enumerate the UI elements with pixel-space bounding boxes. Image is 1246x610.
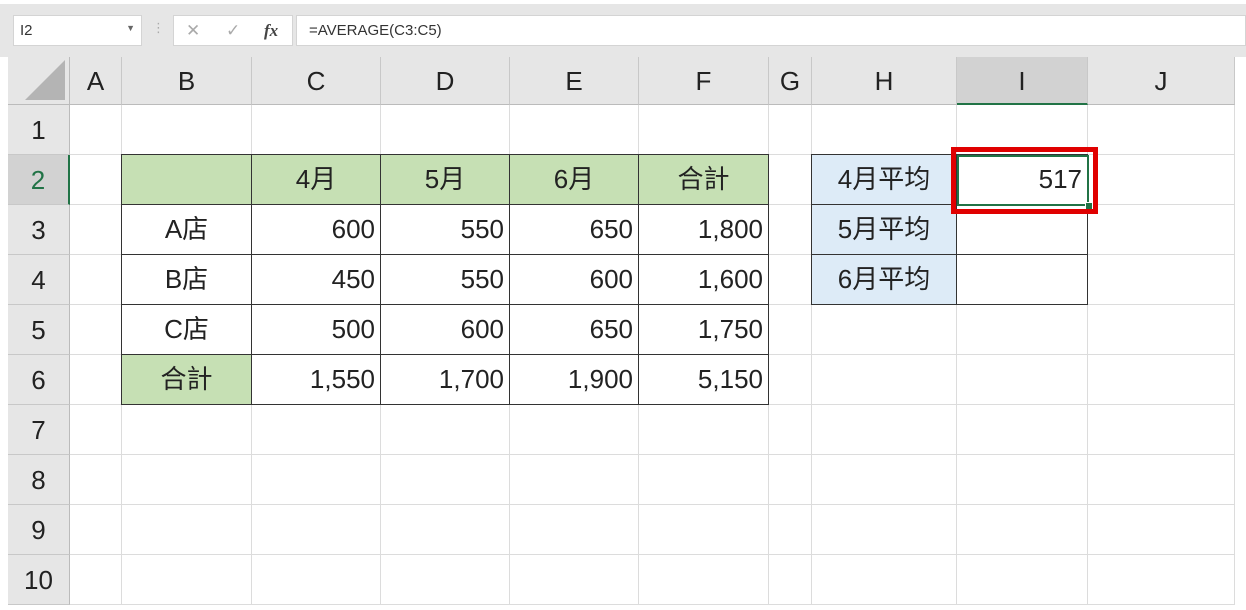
insert-function-icon[interactable]: fx [264, 21, 278, 41]
enter-icon[interactable]: ✓ [226, 21, 240, 41]
column-header-j[interactable]: J [1088, 57, 1235, 105]
table-header-cell[interactable] [121, 154, 252, 205]
select-all-icon [25, 60, 65, 100]
name-box-value: I2 [20, 22, 33, 39]
table-value-cell[interactable]: 5,150 [638, 354, 769, 405]
average-label-cell[interactable]: 6月平均 [811, 254, 957, 305]
gridline [1234, 105, 1235, 605]
table-value-cell[interactable]: 1,800 [638, 204, 769, 255]
column-header-e[interactable]: E [510, 57, 639, 105]
row-header-4[interactable]: 4 [8, 255, 70, 305]
column-header-i[interactable]: I [957, 57, 1088, 105]
table-value-cell[interactable]: 500 [251, 304, 381, 355]
column-header-d[interactable]: D [381, 57, 510, 105]
average-label-cell[interactable]: 4月平均 [811, 154, 957, 205]
row-label-cell[interactable]: C店 [121, 304, 252, 355]
cancel-icon[interactable]: ✕ [186, 21, 200, 41]
row-header-6[interactable]: 6 [8, 355, 70, 405]
table-header-cell[interactable]: 5月 [380, 154, 510, 205]
row-header-8[interactable]: 8 [8, 455, 70, 505]
gridline [70, 604, 1235, 605]
column-header-a[interactable]: A [70, 57, 122, 105]
row-label-cell[interactable]: 合計 [121, 354, 252, 405]
formula-buttons: ✕ ✓ fx [173, 15, 293, 46]
table-value-cell[interactable]: 600 [251, 204, 381, 255]
column-header-b[interactable]: B [122, 57, 252, 105]
column-header-g[interactable]: G [769, 57, 812, 105]
table-value-cell[interactable]: 600 [380, 304, 510, 355]
table-value-cell[interactable]: 550 [380, 204, 510, 255]
table-value-cell[interactable]: 1,550 [251, 354, 381, 405]
row-header-5[interactable]: 5 [8, 305, 70, 355]
table-value-cell[interactable]: 1,700 [380, 354, 510, 405]
gridline [70, 554, 1235, 555]
row-header-2[interactable]: 2 [8, 155, 70, 205]
row-header-7[interactable]: 7 [8, 405, 70, 455]
table-value-cell[interactable]: 650 [509, 204, 639, 255]
table-header-cell[interactable]: 6月 [509, 154, 639, 205]
table-value-cell[interactable]: 1,750 [638, 304, 769, 355]
more-options-icon[interactable]: ⋮ [152, 20, 165, 36]
table-value-cell[interactable]: 550 [380, 254, 510, 305]
formula-input[interactable]: =AVERAGE(C3:C5) [296, 15, 1246, 46]
average-value-cell[interactable] [956, 254, 1088, 305]
table-value-cell[interactable]: 600 [509, 254, 639, 305]
gridline [70, 454, 1235, 455]
column-header-f[interactable]: F [639, 57, 769, 105]
table-header-cell[interactable]: 合計 [638, 154, 769, 205]
chevron-down-icon[interactable]: ▼ [126, 23, 135, 33]
column-header-h[interactable]: H [812, 57, 957, 105]
table-value-cell[interactable]: 650 [509, 304, 639, 355]
select-all-button[interactable] [8, 57, 70, 105]
row-header-1[interactable]: 1 [8, 105, 70, 155]
column-header-c[interactable]: C [252, 57, 381, 105]
average-label-cell[interactable]: 5月平均 [811, 204, 957, 255]
table-header-cell[interactable]: 4月 [251, 154, 381, 205]
name-box[interactable]: I2 ▼ [13, 15, 142, 46]
gridline [70, 504, 1235, 505]
row-label-cell[interactable]: B店 [121, 254, 252, 305]
row-header-3[interactable]: 3 [8, 205, 70, 255]
table-value-cell[interactable]: 1,600 [638, 254, 769, 305]
row-header-9[interactable]: 9 [8, 505, 70, 555]
highlight-box [951, 147, 1098, 214]
row-label-cell[interactable]: A店 [121, 204, 252, 255]
table-value-cell[interactable]: 450 [251, 254, 381, 305]
table-value-cell[interactable]: 1,900 [509, 354, 639, 405]
row-header-10[interactable]: 10 [8, 555, 70, 605]
